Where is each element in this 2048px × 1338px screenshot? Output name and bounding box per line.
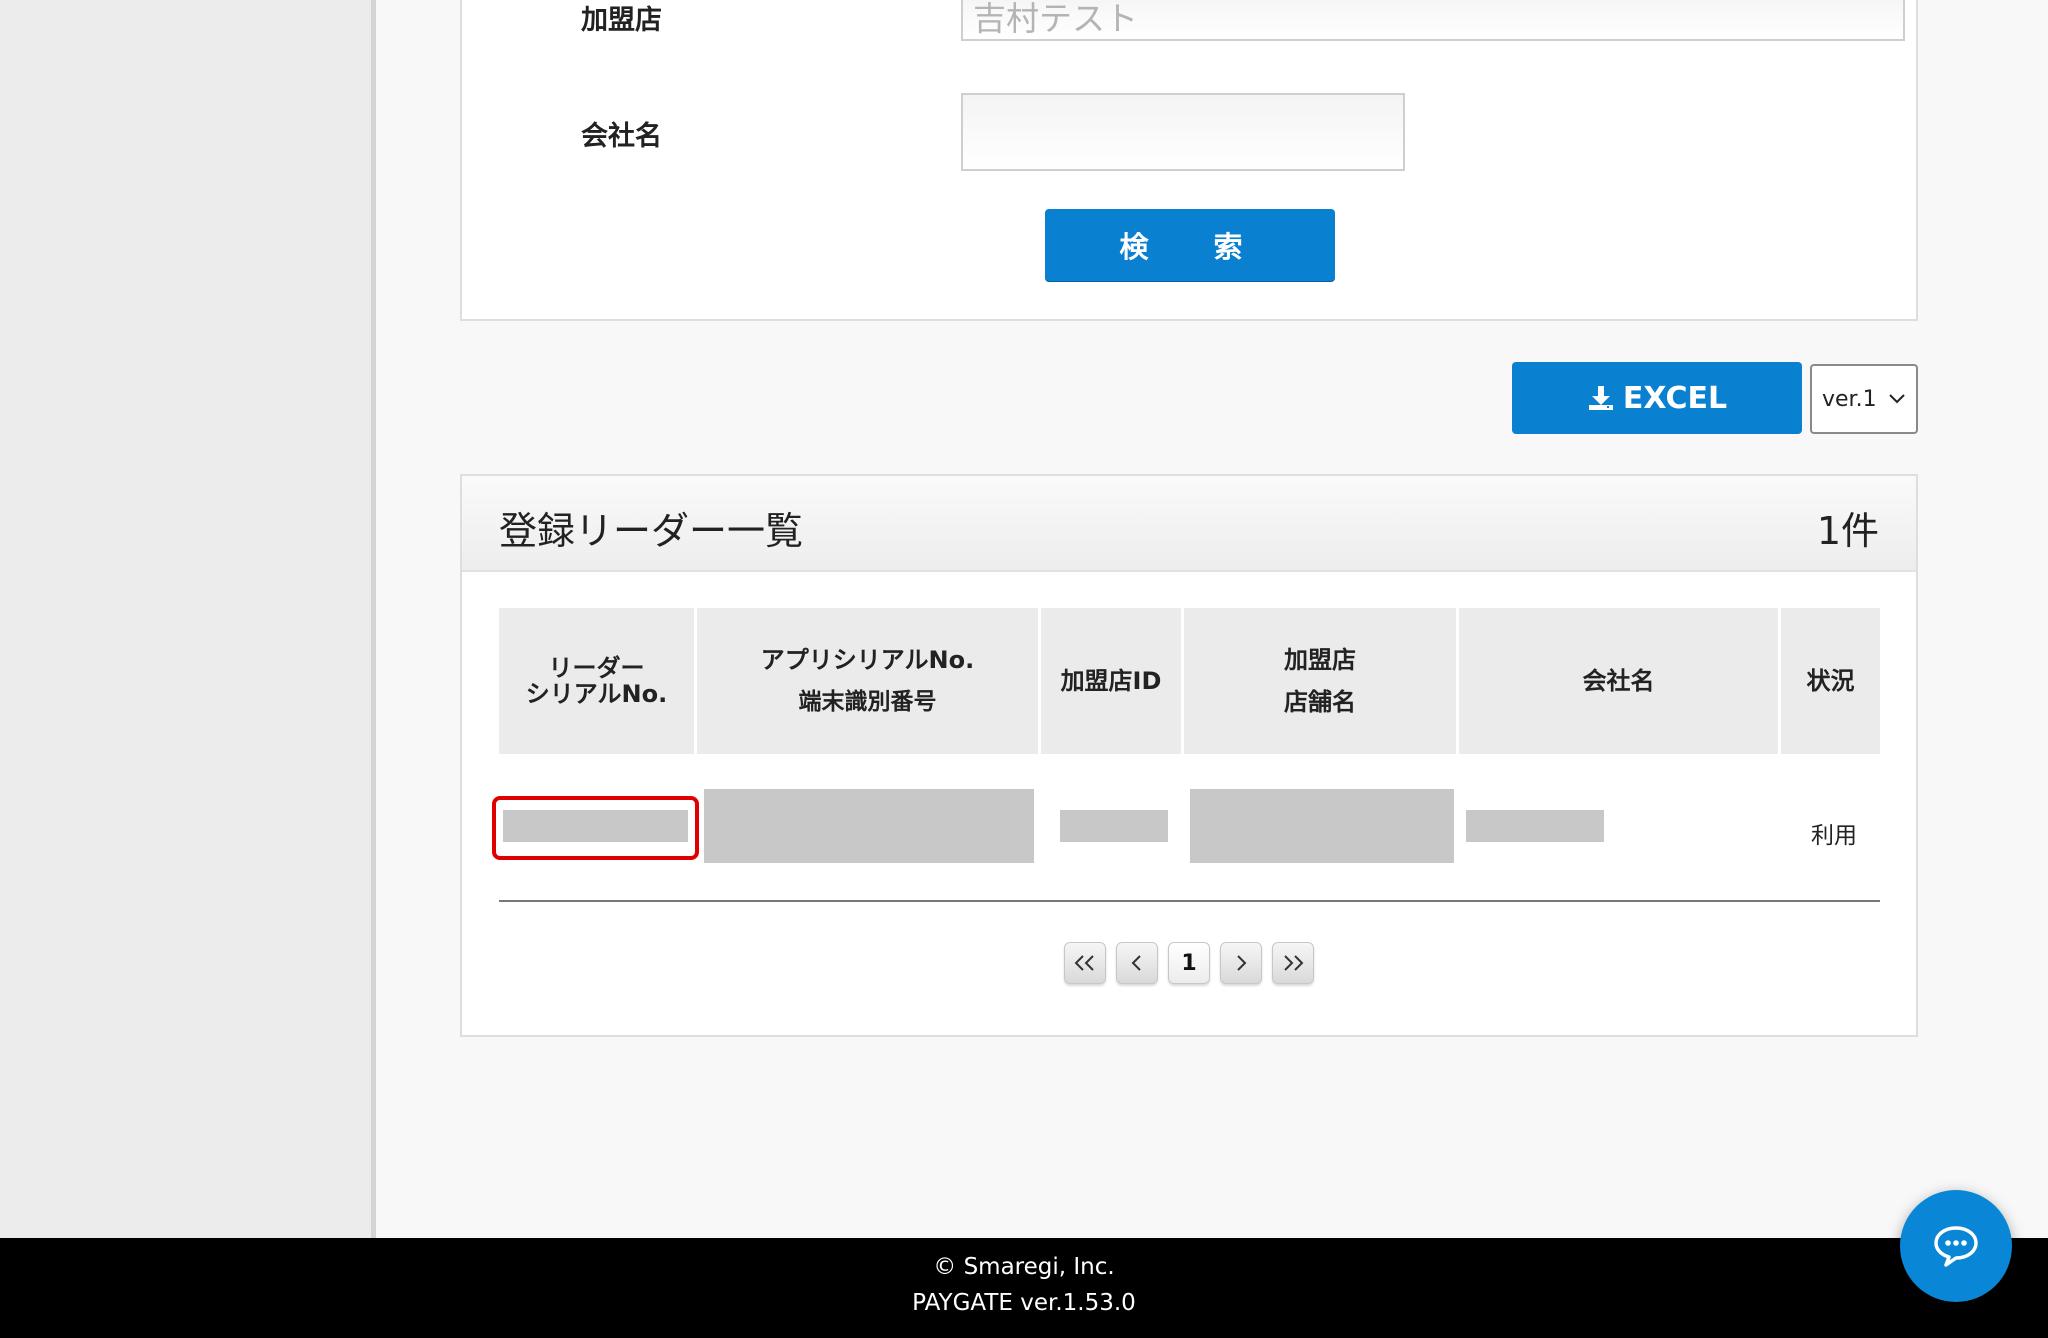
- excel-label: EXCEL: [1622, 380, 1728, 416]
- redacted-company: [1466, 810, 1604, 842]
- column-label: 端末識別番号: [798, 689, 937, 715]
- merchant-input[interactable]: [961, 0, 1905, 41]
- merchant-label: 加盟店: [581, 5, 662, 36]
- column-status[interactable]: 状況: [1781, 608, 1880, 754]
- column-label: シリアルNo.: [525, 680, 668, 708]
- pagination: 1: [462, 942, 1916, 984]
- double-chevron-right-icon: [1284, 955, 1304, 971]
- version-value: ver.1: [1822, 386, 1877, 412]
- chat-button[interactable]: [1900, 1190, 2012, 1302]
- version-text: PAYGATE ver.1.53.0: [912, 1290, 1136, 1316]
- list-count: 1件: [1816, 509, 1879, 553]
- table-divider: [499, 900, 1880, 902]
- column-label: 状況: [1806, 667, 1855, 695]
- sidebar: [0, 0, 376, 1238]
- column-label: 加盟店ID: [1060, 667, 1162, 695]
- main-content: 加盟店 会社名 検 索 EXCEL ver.1 登録リーダー一覧 1件 リーダー…: [381, 0, 2048, 1238]
- last-page-button[interactable]: [1272, 942, 1314, 984]
- search-button[interactable]: 検 索: [1045, 209, 1335, 281]
- status-cell: 利用: [1811, 823, 1857, 849]
- column-label: アプリシリアルNo.: [760, 646, 975, 674]
- first-page-button[interactable]: [1064, 942, 1106, 984]
- column-label: 店舗名: [1284, 688, 1356, 716]
- column-reader-serial[interactable]: リーダー シリアルNo.: [499, 608, 694, 754]
- chevron-left-icon: [1131, 955, 1141, 971]
- column-app-serial[interactable]: アプリシリアルNo. 端末識別番号: [697, 608, 1038, 754]
- chevron-right-icon: [1237, 955, 1247, 971]
- column-merchant-id[interactable]: 加盟店ID: [1041, 608, 1181, 754]
- company-label: 会社名: [581, 121, 662, 152]
- company-input[interactable]: [961, 93, 1405, 171]
- redacted-merchant-id: [1060, 810, 1168, 842]
- double-chevron-left-icon: [1074, 955, 1094, 971]
- list-header: 登録リーダー一覧 1件: [462, 476, 1916, 572]
- redacted-app-serial: [704, 789, 1034, 863]
- prev-page-button[interactable]: [1116, 942, 1158, 984]
- search-panel: 加盟店 会社名 検 索: [460, 0, 1918, 321]
- column-label: リーダー: [548, 654, 645, 682]
- redacted-merchant-store: [1190, 789, 1454, 863]
- footer: © Smaregi, Inc. PAYGATE ver.1.53.0: [0, 1238, 2048, 1338]
- column-label: 会社名: [1582, 667, 1655, 695]
- page-number-button[interactable]: 1: [1168, 942, 1210, 984]
- chat-bubble-icon: [1934, 1226, 1978, 1267]
- column-company[interactable]: 会社名: [1459, 608, 1778, 754]
- version-select[interactable]: ver.1: [1810, 364, 1918, 434]
- reader-list-panel: 登録リーダー一覧 1件 リーダー シリアルNo. アプリシリアルNo. 端末識別…: [460, 474, 1918, 1037]
- highlight-box: [492, 796, 699, 860]
- column-merchant-store[interactable]: 加盟店 店舗名: [1184, 608, 1456, 754]
- download-icon: [1588, 386, 1613, 410]
- copyright-text: © Smaregi, Inc.: [933, 1254, 1115, 1280]
- next-page-button[interactable]: [1220, 942, 1262, 984]
- chevron-down-icon: [1889, 394, 1905, 404]
- column-label: 加盟店: [1284, 646, 1356, 674]
- list-title: 登録リーダー一覧: [499, 509, 804, 553]
- excel-download-button[interactable]: EXCEL: [1512, 362, 1802, 434]
